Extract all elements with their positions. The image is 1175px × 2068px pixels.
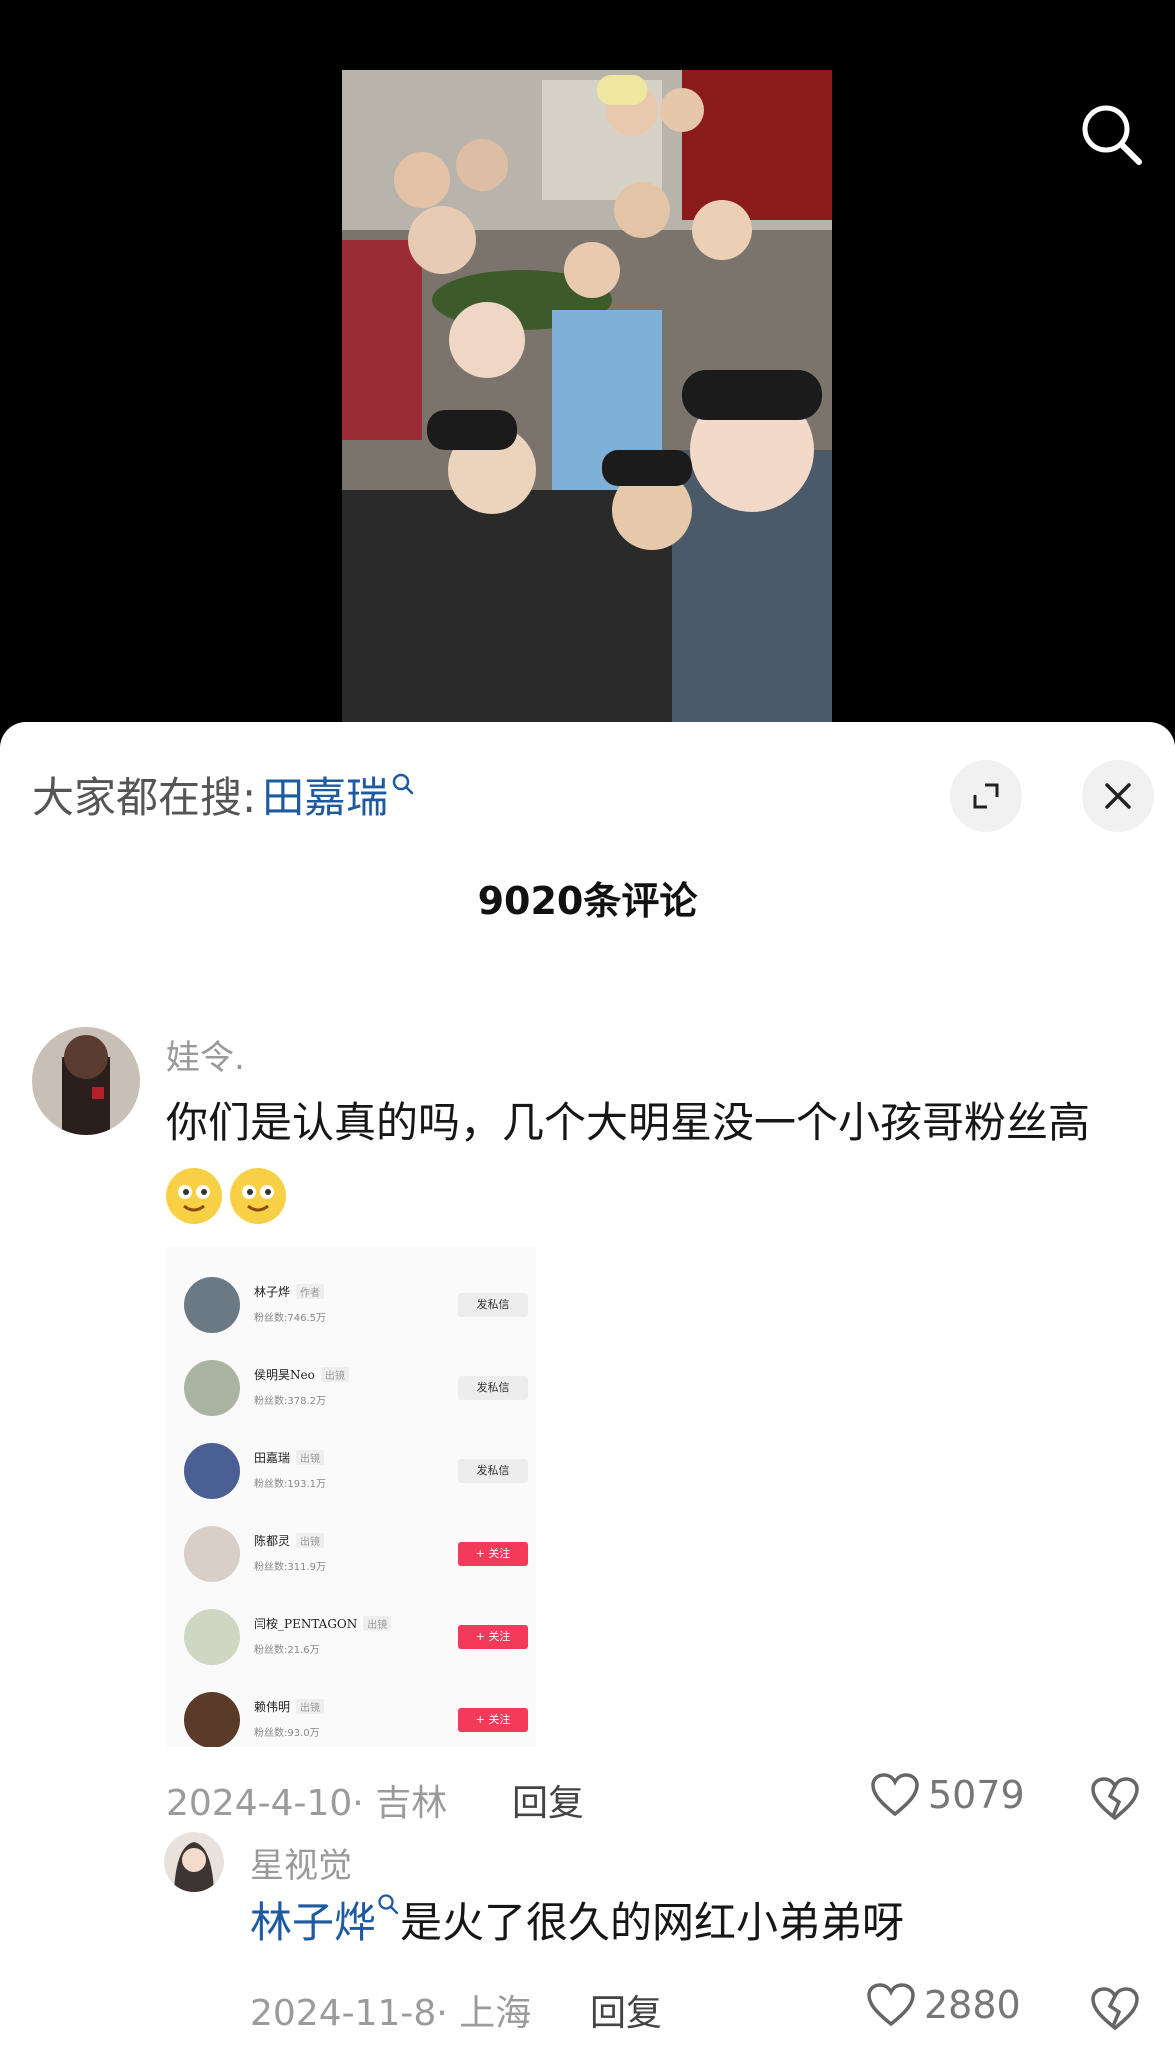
broken-heart-icon[interactable]	[1090, 1776, 1140, 1822]
comment-date-location: 2024-4-10· 吉林	[166, 1783, 448, 1824]
reply-button[interactable]: 回复	[590, 1984, 662, 2036]
user-name: 赖伟明 出镜	[254, 1698, 325, 1715]
message-button: 发私信	[458, 1459, 528, 1483]
fan-count: 粉丝数:311.9万	[254, 1562, 326, 1573]
like-count: 2880	[924, 1983, 1021, 2027]
search-mini-icon	[392, 773, 414, 794]
user-name: 林子烨 作者	[254, 1283, 325, 1300]
close-icon	[1105, 783, 1131, 809]
fan-count: 粉丝数:21.6万	[254, 1645, 320, 1656]
hot-search-term[interactable]: 田嘉瑞	[262, 764, 388, 825]
fan-count: 粉丝数:746.5万	[254, 1313, 326, 1324]
list-item: 陈都灵 出镜 粉丝数:311.9万 + 关注	[184, 1526, 528, 1592]
avatar-image	[32, 1027, 140, 1135]
user-mention[interactable]: 林子烨	[250, 1898, 376, 1947]
hot-search-bar[interactable]: 大家都在搜: 田嘉瑞	[32, 764, 416, 825]
list-item: 赖伟明 出镜 粉丝数:93.0万 + 关注	[184, 1692, 528, 1747]
avatar	[184, 1360, 240, 1416]
comment-image[interactable]: 林子烨 作者 粉丝数:746.5万 发私信 侯明昊Neo 出镜 粉丝数:378.2万…	[166, 1247, 536, 1747]
smile-emoji-icon	[230, 1167, 286, 1224]
avatar[interactable]	[32, 1027, 140, 1135]
avatar	[184, 1609, 240, 1665]
user-name: 闫桉_PENTAGON 出镜	[254, 1615, 392, 1632]
comment-text: 林子烨 是火了很久的网红小弟弟呀	[250, 1888, 1150, 1958]
avatar-image	[164, 1832, 224, 1892]
comment-author[interactable]: 娃令.	[166, 1030, 245, 1079]
like-button[interactable]: 2880	[866, 1982, 1021, 2028]
comment-author[interactable]: 星视觉	[250, 1838, 352, 1887]
message-button: 发私信	[458, 1376, 528, 1400]
heart-icon	[871, 1773, 919, 1817]
comment-text-body: 是火了很久的网红小弟弟呀	[400, 1898, 905, 1947]
comment-date-location: 2024-11-8· 上海	[250, 1993, 532, 2034]
video-thumbnail	[342, 70, 832, 722]
comment-count: 9020条评论	[477, 879, 698, 923]
message-button: 发私信	[458, 1293, 528, 1317]
fan-count: 粉丝数:193.1万	[254, 1479, 326, 1490]
follow-button: + 关注	[458, 1542, 528, 1566]
comment-panel: 大家都在搜: 田嘉瑞 9020条评论 娃令. 你们是认真的吗，几个大明星没一个小…	[0, 722, 1175, 2068]
heart-icon	[867, 1983, 915, 2027]
avatar	[184, 1277, 240, 1333]
comment-text: 你们是认真的吗，几个大明星没一个小孩哥粉丝高	[166, 1088, 1156, 1228]
avatar	[184, 1526, 240, 1582]
list-item: 田嘉瑞 出镜 粉丝数:193.1万 发私信	[184, 1443, 528, 1509]
list-item: 林子烨 作者 粉丝数:746.5万 发私信	[184, 1277, 528, 1343]
avatar[interactable]	[164, 1832, 224, 1892]
list-item: 闫桉_PENTAGON 出镜 粉丝数:21.6万 + 关注	[184, 1609, 528, 1675]
expand-button[interactable]	[950, 760, 1022, 832]
fan-count: 粉丝数:93.0万	[254, 1728, 320, 1739]
video-player[interactable]	[0, 0, 1175, 740]
like-button[interactable]: 5079	[870, 1772, 1025, 1818]
list-item: 侯明昊Neo 出镜 粉丝数:378.2万 发私信	[184, 1360, 528, 1426]
fan-count: 粉丝数:378.2万	[254, 1396, 326, 1407]
follow-button: + 关注	[458, 1708, 528, 1732]
user-name: 田嘉瑞 出镜	[254, 1449, 325, 1466]
search-icon[interactable]	[1077, 100, 1147, 170]
avatar	[184, 1692, 240, 1747]
user-name: 陈都灵 出镜	[254, 1532, 325, 1549]
reply-button[interactable]: 回复	[512, 1774, 584, 1826]
comment-text-body: 你们是认真的吗，几个大明星没一个小孩哥粉丝高	[166, 1098, 1091, 1147]
smile-emoji-icon	[166, 1167, 222, 1224]
expand-icon	[973, 783, 999, 809]
hot-search-prefix: 大家都在搜:	[32, 773, 257, 822]
close-button[interactable]	[1082, 760, 1154, 832]
broken-heart-icon[interactable]	[1090, 1986, 1140, 2032]
like-count: 5079	[928, 1773, 1025, 1817]
avatar	[184, 1443, 240, 1499]
follow-button: + 关注	[458, 1625, 528, 1649]
user-name: 侯明昊Neo 出镜	[254, 1366, 349, 1383]
search-mini-icon	[378, 1894, 399, 1915]
video-frame[interactable]	[342, 70, 832, 722]
